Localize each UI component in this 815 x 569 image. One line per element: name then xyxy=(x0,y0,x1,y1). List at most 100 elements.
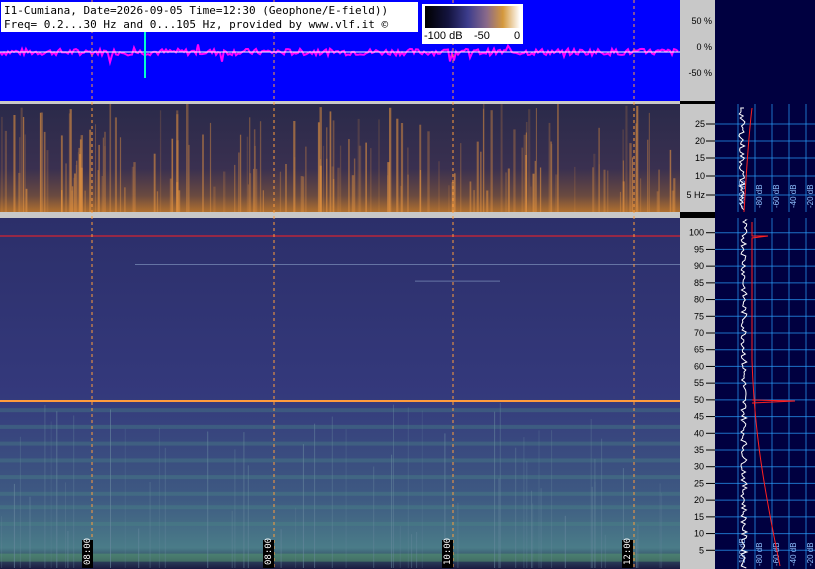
high-freq-tick: 95 xyxy=(694,244,704,254)
low-streak xyxy=(387,162,390,212)
low-streak xyxy=(370,148,372,212)
low-streak xyxy=(285,164,287,212)
side-db-tick-top: -80 dB xyxy=(755,184,764,208)
low-streak xyxy=(548,122,551,212)
low-streak xyxy=(532,173,535,212)
low-streak xyxy=(353,158,356,212)
low-streak xyxy=(89,129,92,212)
colorbar-gradient xyxy=(425,6,520,28)
high-streak xyxy=(138,528,140,568)
low-streak xyxy=(109,104,112,212)
low-streak xyxy=(293,121,296,212)
divider xyxy=(0,101,680,104)
high-band xyxy=(0,424,680,429)
low-streak xyxy=(102,137,104,212)
low-streak xyxy=(648,112,650,212)
low-streak xyxy=(322,145,325,212)
high-streak xyxy=(231,510,233,568)
high-streak xyxy=(164,447,166,568)
low-streak xyxy=(71,186,74,212)
low-streak xyxy=(448,185,450,212)
low-streak xyxy=(61,190,63,212)
low-streak xyxy=(302,176,305,212)
high-freq-tick: 50 xyxy=(694,395,704,405)
high-streak xyxy=(526,460,528,568)
low-streak xyxy=(119,137,122,212)
high-streak xyxy=(73,415,75,568)
side-db-tick: -20 dB xyxy=(806,542,815,566)
low-freq-tick: 5 Hz xyxy=(686,190,705,200)
side-db-tick-top: -40 dB xyxy=(789,184,798,208)
low-streak xyxy=(407,174,409,212)
high-streak xyxy=(540,488,542,568)
low-streak xyxy=(528,109,531,212)
low-streak xyxy=(156,191,159,212)
high-freq-tick: 35 xyxy=(694,445,704,455)
low-streak xyxy=(535,108,537,212)
high-streak xyxy=(391,454,393,568)
low-streak xyxy=(396,118,399,212)
high-streak xyxy=(531,490,533,568)
high-streak xyxy=(457,502,459,568)
time-label: 10:00 xyxy=(443,538,453,565)
low-streak xyxy=(101,176,103,212)
high-band xyxy=(0,408,680,413)
low-streak xyxy=(239,134,242,212)
low-streak xyxy=(104,131,106,212)
high-freq-tick: 85 xyxy=(694,278,704,288)
high-streak xyxy=(56,411,58,568)
low-streak xyxy=(249,173,252,212)
low-streak xyxy=(636,105,639,212)
low-streak xyxy=(186,104,189,212)
low-streak xyxy=(669,149,672,212)
side-db-tick: -80 dB xyxy=(755,542,764,566)
low-streak xyxy=(19,137,21,212)
low-streak xyxy=(490,110,493,212)
low-streak xyxy=(378,119,380,212)
colorbar-tick: -100 dB xyxy=(424,30,463,42)
high-streak xyxy=(659,483,661,568)
low-streak xyxy=(319,159,322,212)
side-db-tick: -40 dB xyxy=(789,542,798,566)
low-streak xyxy=(329,111,332,212)
low-streak xyxy=(500,104,503,212)
low-streak xyxy=(300,176,303,212)
high-streak xyxy=(247,465,249,568)
low-streak xyxy=(255,168,258,212)
low-streak xyxy=(317,122,320,212)
high-streak xyxy=(314,423,316,568)
high-streak xyxy=(591,486,593,568)
low-streak xyxy=(262,190,264,212)
low-streak xyxy=(505,172,507,212)
high-streak xyxy=(243,432,245,568)
high-streak xyxy=(345,429,347,568)
low-streak xyxy=(656,191,659,212)
low-streak xyxy=(188,144,190,212)
low-streak xyxy=(534,160,536,212)
low-streak xyxy=(348,139,350,212)
header-line-1: I1-Cumiana, Date=2026-09-05 Time=12:30 (… xyxy=(4,4,389,17)
high-freq-tick: 90 xyxy=(694,261,704,271)
high-streak xyxy=(158,427,160,568)
high-streak xyxy=(636,539,638,568)
low-streak xyxy=(213,186,216,212)
waveform-tick: 50 % xyxy=(691,16,712,26)
low-streak xyxy=(486,190,489,212)
colorbar: -100 dB -50 0 xyxy=(422,4,523,44)
high-band xyxy=(0,458,680,463)
low-streak xyxy=(246,136,249,212)
low-streak xyxy=(95,124,96,212)
low-streak xyxy=(25,188,28,212)
high-streak xyxy=(590,419,592,568)
high-streak xyxy=(594,458,596,568)
low-streak xyxy=(427,131,430,212)
high-streak xyxy=(515,447,517,568)
time-label: 08:00 xyxy=(264,538,274,565)
low-streak xyxy=(460,143,462,212)
side-db-tick-top: -20 dB xyxy=(806,184,815,208)
low-streak xyxy=(326,127,328,212)
low-streak xyxy=(454,173,456,212)
high-streak xyxy=(407,407,409,568)
low-streak xyxy=(400,123,404,212)
high-streak xyxy=(29,496,31,568)
